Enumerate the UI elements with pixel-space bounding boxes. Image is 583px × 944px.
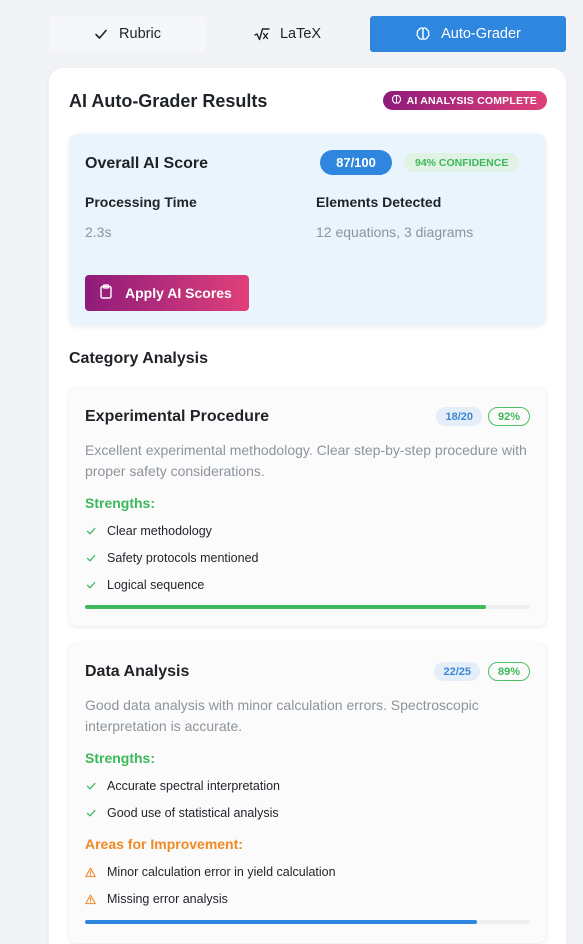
processing-time-label: Processing Time [85, 194, 197, 210]
category-progress-fill [85, 605, 486, 609]
strength-item: Logical sequence [85, 578, 204, 592]
confidence-badge: 94% CONFIDENCE [404, 153, 520, 172]
category-card: Data Analysis 22/25 89% Good data analys… [69, 643, 546, 943]
strength-text: Safety protocols mentioned [107, 551, 259, 565]
apply-button-label: Apply AI Scores [125, 285, 232, 301]
apply-ai-scores-button[interactable]: Apply AI Scores [85, 275, 249, 311]
strength-text: Accurate spectral interpretation [107, 779, 281, 793]
tab-label: Auto-Grader [441, 26, 521, 42]
tab-label: Rubric [119, 26, 161, 42]
brain-icon [391, 94, 402, 108]
check-icon [85, 808, 96, 819]
category-analysis-title: Category Analysis [69, 350, 209, 367]
check-icon [85, 580, 96, 591]
clipboard-icon [99, 284, 113, 302]
brain-icon [415, 26, 431, 42]
strength-item: Clear methodology [85, 524, 212, 538]
category-description: Good data analysis with minor calculatio… [85, 697, 479, 734]
results-card: AI Auto-Grader Results AI ANALYSIS COMPL… [49, 68, 566, 944]
category-score-badge: 18/20 [436, 407, 482, 426]
category-percent-badge: 92% [487, 407, 530, 426]
strength-item: Safety protocols mentioned [85, 551, 258, 565]
elements-detected-label: Elements Detected [316, 194, 442, 210]
improvement-text: Missing error analysis [107, 892, 228, 906]
strength-item: Good use of statistical analysis [85, 806, 279, 820]
check-icon [85, 553, 96, 564]
category-title: Experimental Procedure [85, 408, 270, 425]
strengths-heading: Strengths: [85, 750, 155, 766]
strength-text: Clear methodology [107, 524, 212, 538]
warning-icon [85, 894, 96, 905]
results-title: AI Auto-Grader Results [69, 91, 268, 111]
strength-item: Accurate spectral interpretation [85, 779, 280, 793]
elements-detected-value: 12 equations, 3 diagrams [316, 224, 474, 240]
strengths-heading: Strengths: [85, 495, 155, 511]
check-icon [93, 26, 109, 42]
overall-score-value: 87/100 [320, 150, 392, 175]
check-icon [85, 526, 96, 537]
tab-latex[interactable]: LaTeX [205, 16, 370, 52]
category-card: Experimental Procedure 18/20 92% Excelle… [69, 388, 546, 626]
improvement-text: Minor calculation error in yield calcula… [107, 865, 336, 879]
overall-score-panel: Overall AI Score 87/100 94% CONFIDENCE P… [69, 134, 546, 326]
view-tabs: Rubric LaTeX Auto-Grader [49, 16, 566, 52]
improvement-item: Minor calculation error in yield calcula… [85, 865, 336, 879]
strength-text: Logical sequence [107, 578, 205, 592]
category-title: Data Analysis [85, 663, 190, 680]
overall-score-label: Overall AI Score [85, 155, 209, 172]
check-icon [85, 781, 96, 792]
strength-text: Good use of statistical analysis [107, 806, 279, 820]
improvement-item: Missing error analysis [85, 892, 228, 906]
sqrt-x-icon [254, 26, 270, 42]
processing-time-value: 2.3s [85, 224, 112, 240]
status-badge-label: AI ANALYSIS COMPLETE [406, 94, 537, 107]
category-progress-bar [85, 605, 530, 609]
category-percent-badge: 89% [487, 662, 530, 681]
category-progress-fill [85, 920, 477, 924]
tab-auto-grader[interactable]: Auto-Grader [370, 16, 566, 52]
category-score-badge: 22/25 [434, 662, 480, 681]
tab-rubric[interactable]: Rubric [49, 16, 205, 52]
category-progress-bar [85, 920, 530, 924]
warning-icon [85, 867, 96, 878]
tab-label: LaTeX [279, 26, 322, 42]
improvements-heading: Areas for Improvement: [85, 836, 243, 852]
status-badge: AI ANALYSIS COMPLETE [382, 91, 547, 110]
category-description: Excellent experimental methodology. Clea… [85, 442, 527, 479]
